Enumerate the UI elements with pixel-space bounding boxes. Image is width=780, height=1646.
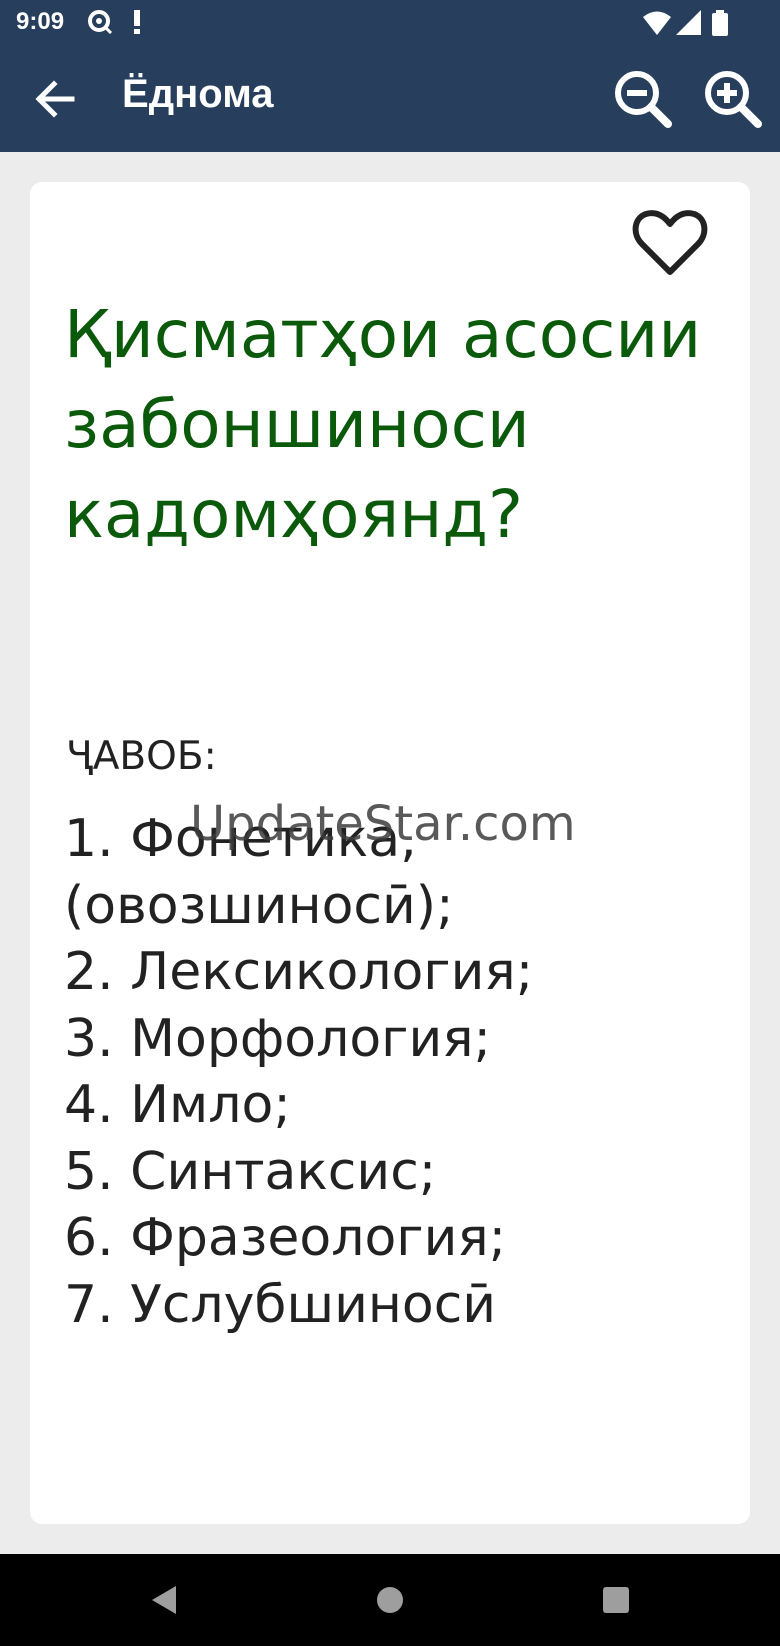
status-bar: 9:09 <box>0 0 780 46</box>
signal-icon <box>676 10 702 40</box>
answer-item: 2. Лексикология; <box>64 942 534 1002</box>
answer-item: 1. Фонетика, <box>64 809 417 869</box>
status-time: 9:09 <box>16 8 65 35</box>
answer-item: 5. Синтаксис; <box>64 1141 437 1202</box>
question-text: Қисматҳои асосии забоншиноси кадомҳоянд? <box>64 296 702 553</box>
battery-icon <box>712 10 728 40</box>
nav-home-icon[interactable] <box>370 1580 410 1620</box>
page-title: Ёднома <box>122 72 274 116</box>
content-card: Қисматҳои асосии забоншиноси кадомҳоянд?… <box>30 182 750 1524</box>
answer-item: 7. Услубшиносӣ <box>64 1274 497 1335</box>
answer-item: 4. Имло; <box>64 1075 291 1135</box>
answer-list: 1. Фонетика, (овозшиносӣ); 2. Лексиколог… <box>64 806 724 1338</box>
answer-item: (овозшиносӣ); <box>64 875 454 936</box>
wifi-icon <box>642 10 672 40</box>
sync-icon <box>86 8 113 38</box>
zoom-out-icon[interactable] <box>612 68 674 130</box>
arrow-left-icon[interactable] <box>30 74 80 124</box>
nav-back-icon[interactable] <box>144 1580 184 1620</box>
app-bar: Ёднома <box>0 46 780 152</box>
nav-recents-icon[interactable] <box>596 1580 636 1620</box>
answer-label: ҶАВОБ: <box>66 734 217 779</box>
answer-item: 3. Морфология; <box>64 1008 492 1069</box>
navigation-bar <box>0 1554 780 1646</box>
zoom-in-icon[interactable] <box>702 68 764 130</box>
heart-outline-icon[interactable] <box>628 200 712 284</box>
answer-item: 6. Фразеология; <box>64 1208 507 1268</box>
alert-icon <box>130 8 144 40</box>
